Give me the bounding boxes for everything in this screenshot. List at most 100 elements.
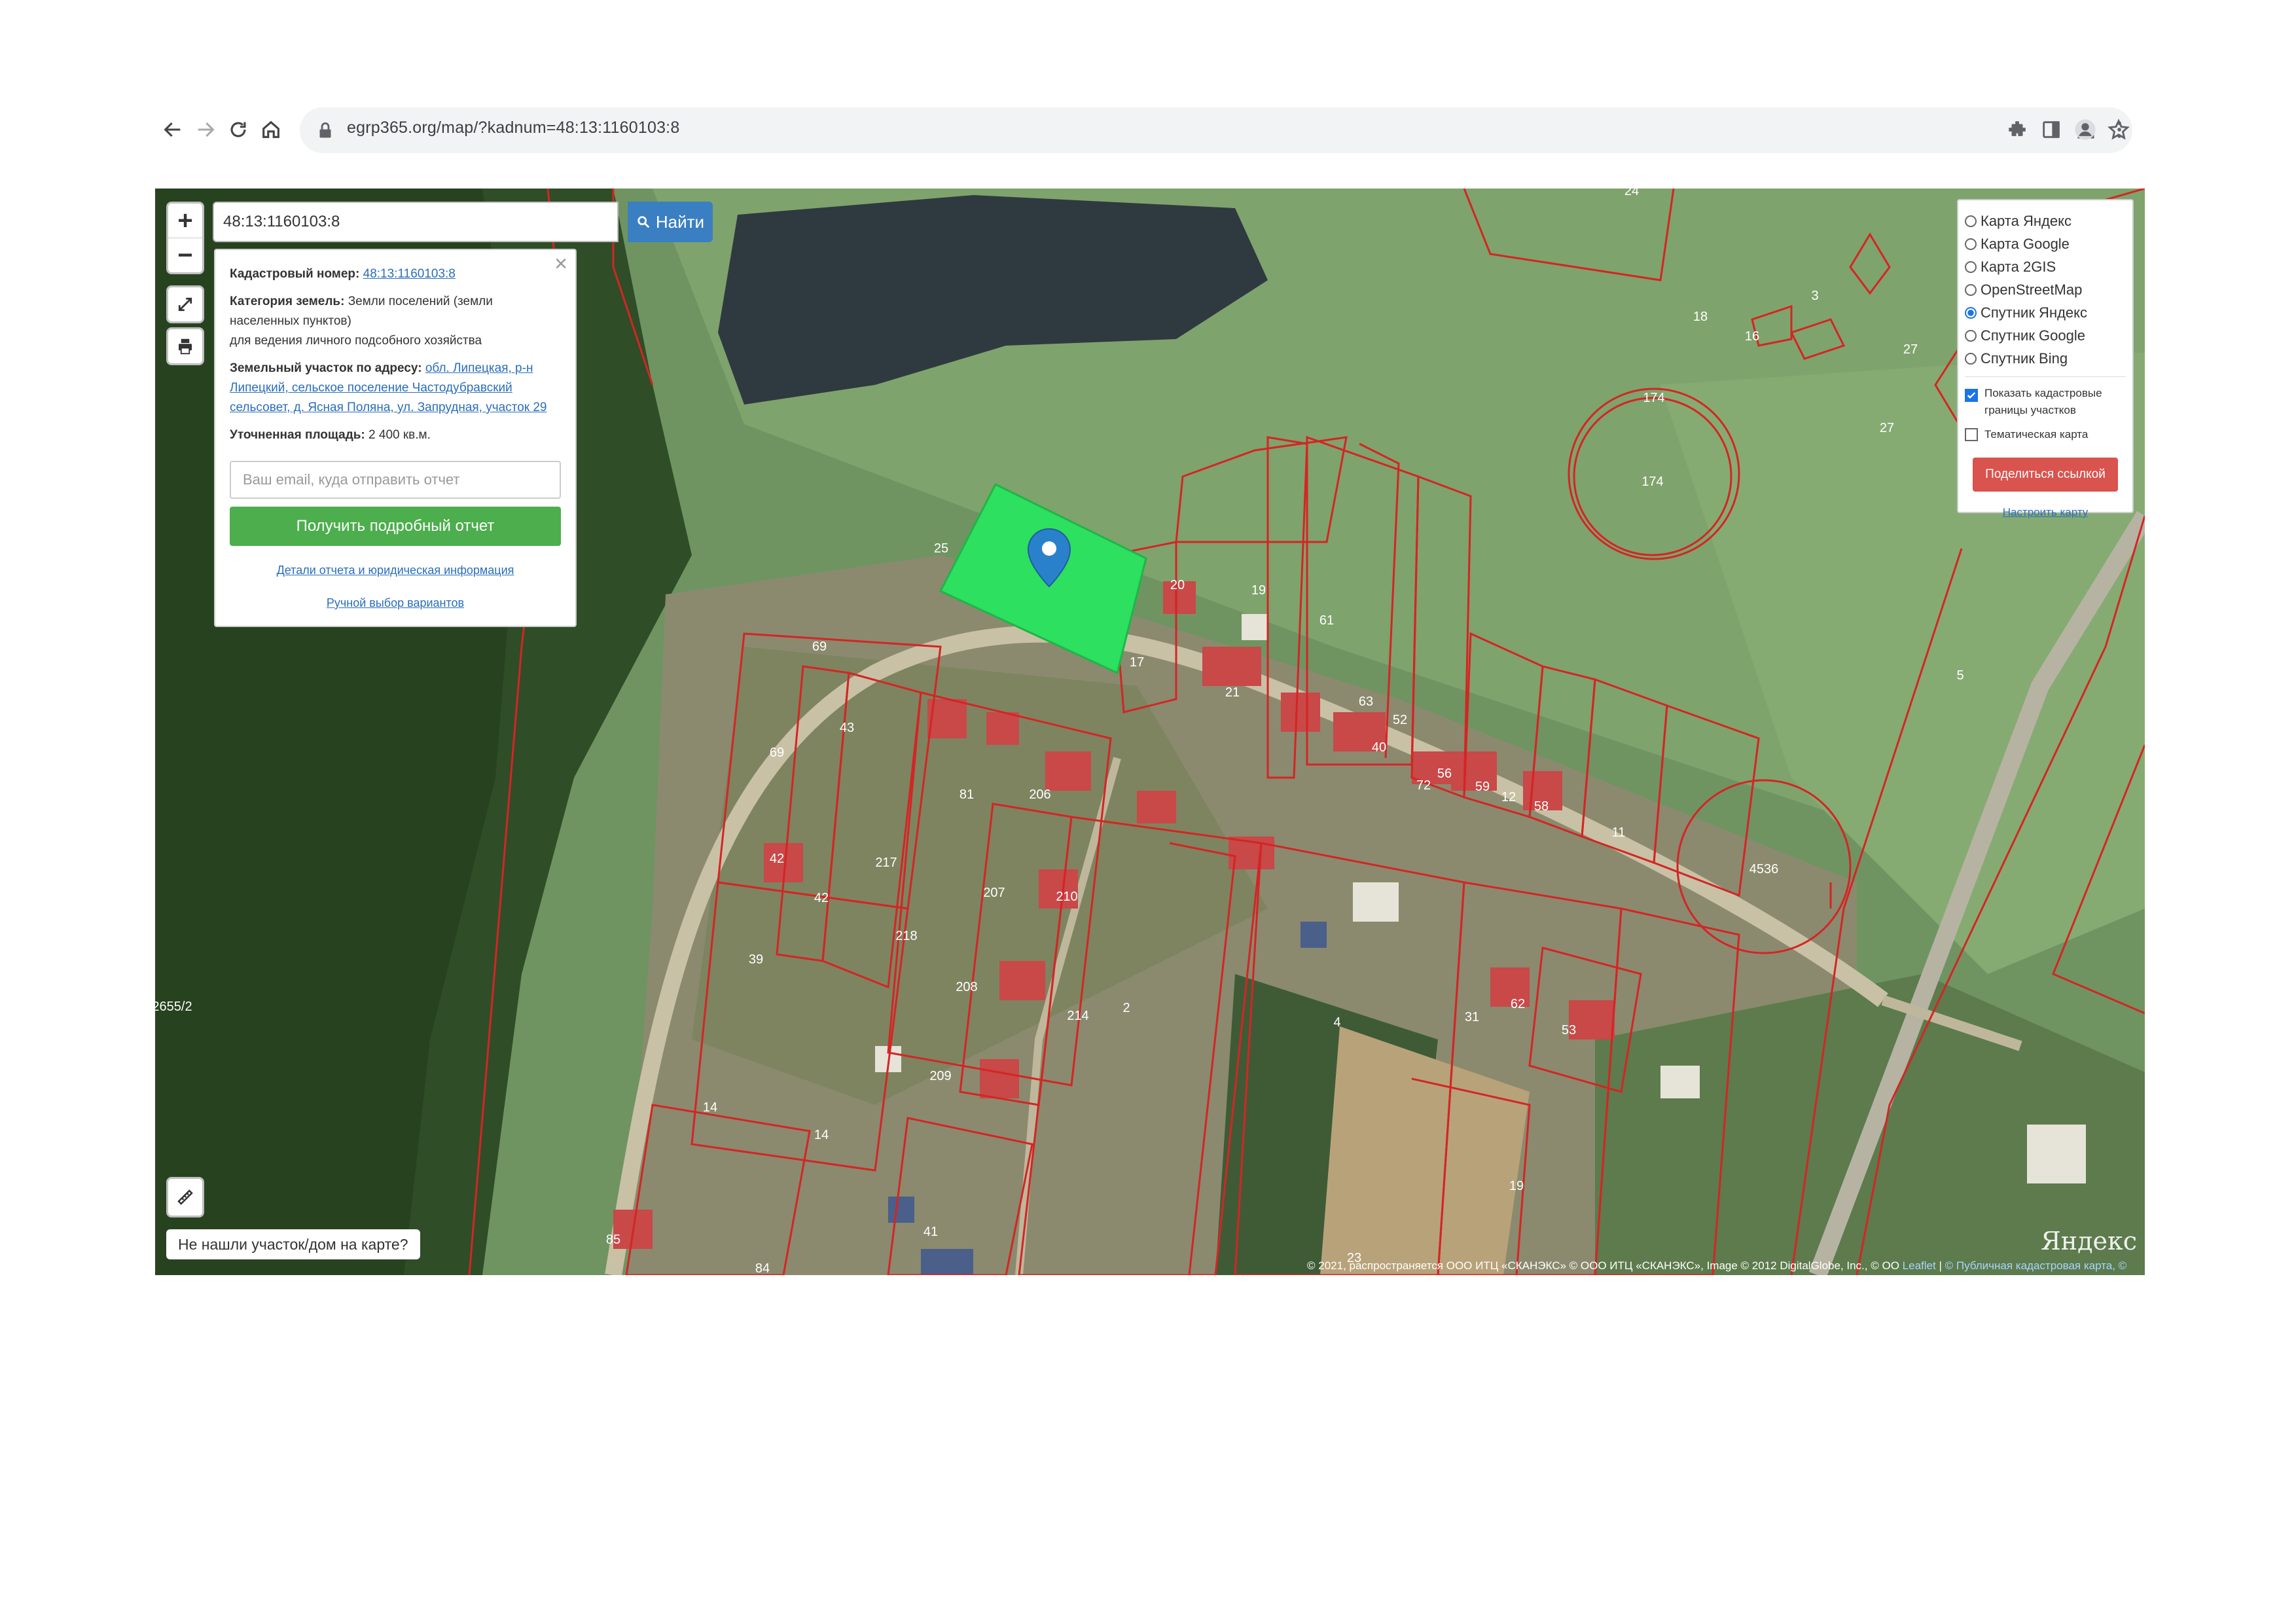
close-icon[interactable]: ×: [554, 253, 567, 275]
svg-text:21: 21: [1225, 685, 1240, 700]
show-boundaries-checkbox[interactable]: Показать кадастровые границы участков: [1965, 385, 2126, 423]
thematic-map-checkbox[interactable]: Тематическая карта: [1965, 423, 2126, 446]
land-category-label: Категория земель:: [230, 295, 345, 308]
svg-text:61: 61: [1319, 613, 1334, 628]
svg-text:19: 19: [1509, 1179, 1524, 1193]
svg-text:2: 2: [1122, 1001, 1130, 1015]
svg-text:14: 14: [814, 1128, 829, 1142]
layer-option-google-satellite[interactable]: Спутник Google: [1965, 324, 2126, 347]
search-button[interactable]: Найти: [628, 202, 713, 242]
radio-button-selected[interactable]: [1965, 306, 1977, 319]
address-row: Земельный участок по адресу: обл. Липецк…: [230, 359, 561, 418]
svg-text:58: 58: [1534, 799, 1549, 814]
layer-option-openstreetmap[interactable]: OpenStreetMap: [1965, 278, 2126, 301]
profile-avatar-icon[interactable]: [2068, 113, 2102, 147]
svg-text:25: 25: [934, 541, 948, 556]
svg-text:209: 209: [929, 1069, 951, 1083]
zoom-control: + −: [166, 202, 204, 274]
layer-option-yandex-map[interactable]: Карта Яндекс: [1965, 209, 2126, 232]
svg-text:206: 206: [1029, 787, 1050, 802]
radio-button[interactable]: [1965, 238, 1977, 250]
svg-text:27: 27: [1880, 421, 1894, 435]
checkbox-checked[interactable]: [1965, 389, 1978, 402]
cadastral-search-input[interactable]: 48:13:1160103:8: [213, 202, 619, 242]
manual-selection-link[interactable]: Ручной выбор вариантов: [230, 593, 561, 613]
radio-button[interactable]: [1965, 283, 1977, 296]
area-row: Уточненная площадь: 2 400 кв.м.: [230, 425, 561, 445]
fullscreen-button[interactable]: [166, 285, 204, 323]
attribution-text: © 2021, распространяется ООО ИТЦ «СКАНЭК…: [1307, 1259, 1899, 1272]
share-link-button[interactable]: Поделиться ссылкой: [1973, 458, 2118, 492]
browser-toolbar: egrp365.org/map/?kadnum=48:13:1160103:8: [156, 105, 2139, 156]
svg-text:16: 16: [1745, 329, 1759, 344]
url-text: egrp365.org/map/?kadnum=48:13:1160103:8: [347, 118, 680, 137]
divider: [1965, 376, 2126, 377]
extensions-icon[interactable]: [2000, 113, 2034, 147]
svg-text:217: 217: [875, 856, 897, 870]
svg-text:19: 19: [1251, 583, 1266, 598]
layer-option-google-map[interactable]: Карта Google: [1965, 232, 2126, 255]
leaflet-link[interactable]: Leaflet: [1903, 1259, 1936, 1272]
svg-text:63: 63: [1359, 695, 1373, 709]
svg-text:20: 20: [1170, 578, 1185, 592]
land-use-value: для ведения личного подсобного хозяйства: [230, 334, 482, 348]
cadastral-number-link[interactable]: 48:13:1160103:8: [363, 267, 456, 281]
more-menu-icon[interactable]: [2102, 113, 2136, 147]
forward-arrow-icon[interactable]: [188, 113, 223, 147]
svg-text:4536: 4536: [1749, 862, 1779, 876]
radio-button[interactable]: [1965, 329, 1977, 342]
area-value: 2 400 кв.м.: [368, 428, 431, 442]
radio-button[interactable]: [1965, 215, 1977, 227]
svg-text:11: 11: [1612, 825, 1626, 840]
address-bar[interactable]: egrp365.org/map/?kadnum=48:13:1160103:8: [300, 107, 2132, 153]
svg-text:24: 24: [1624, 189, 1639, 198]
zoom-out-button[interactable]: −: [168, 238, 202, 272]
svg-text:31: 31: [1465, 1010, 1479, 1024]
layer-option-bing-satellite[interactable]: Спутник Bing: [1965, 347, 2126, 370]
parcel-info-panel: × Кадастровый номер: 48:13:1160103:8 Кат…: [214, 249, 577, 627]
svg-text:59: 59: [1475, 780, 1490, 794]
svg-text:84: 84: [755, 1261, 770, 1275]
svg-text:214: 214: [1067, 1009, 1088, 1023]
home-icon[interactable]: [254, 113, 288, 147]
svg-text:2655/2: 2655/2: [155, 1000, 192, 1014]
svg-text:40: 40: [1372, 740, 1386, 755]
svg-text:210: 210: [1056, 890, 1077, 904]
zoom-in-button[interactable]: +: [168, 204, 202, 238]
svg-text:85: 85: [606, 1233, 620, 1247]
svg-text:12: 12: [1501, 790, 1516, 804]
report-details-link[interactable]: Детали отчета и юридическая информация: [230, 560, 561, 580]
svg-text:5: 5: [1956, 668, 1964, 683]
map-attribution: © 2021, распространяется ООО ИТЦ «СКАНЭК…: [1307, 1259, 2126, 1272]
print-button[interactable]: [166, 327, 204, 365]
cadastral-number-label: Кадастровый номер:: [230, 267, 360, 281]
checkbox-unchecked[interactable]: [1965, 427, 1978, 441]
layer-option-2gis-map[interactable]: Карта 2GIS: [1965, 255, 2126, 278]
reload-icon[interactable]: [221, 113, 255, 147]
search-icon: [637, 216, 650, 228]
map-view[interactable]: 24 18 16 3 27 27 174 174 5 25 20 19 61 1…: [155, 189, 2145, 1275]
email-field[interactable]: Ваш email, куда отправить отчет: [230, 461, 561, 499]
address-label: Земельный участок по адресу:: [230, 361, 422, 375]
svg-text:69: 69: [812, 640, 827, 654]
not-found-button[interactable]: Не нашли участок/дом на карте?: [166, 1229, 420, 1259]
side-panel-icon[interactable]: [2034, 113, 2068, 147]
ruler-measure-button[interactable]: [166, 1177, 204, 1218]
svg-text:27: 27: [1903, 342, 1918, 357]
attribution-separator: |: [1939, 1259, 1942, 1272]
svg-text:41: 41: [924, 1225, 938, 1239]
svg-text:69: 69: [770, 746, 784, 760]
layer-option-yandex-satellite[interactable]: Спутник Яндекс: [1965, 301, 2126, 324]
area-label: Уточненная площадь:: [230, 428, 365, 442]
get-report-button[interactable]: Получить подробный отчет: [230, 507, 561, 546]
svg-text:42: 42: [814, 891, 829, 905]
ruler-icon: [177, 1189, 193, 1205]
back-arrow-icon[interactable]: [156, 113, 190, 147]
radio-button[interactable]: [1965, 352, 1977, 365]
configure-map-link[interactable]: Настроить карту: [1965, 506, 2126, 519]
cadastral-map-link[interactable]: © Публичная кадастровая карта, ©: [1945, 1259, 2127, 1272]
svg-text:81: 81: [960, 787, 974, 802]
radio-button[interactable]: [1965, 261, 1977, 273]
svg-text:39: 39: [749, 952, 763, 967]
svg-text:53: 53: [1562, 1023, 1576, 1038]
